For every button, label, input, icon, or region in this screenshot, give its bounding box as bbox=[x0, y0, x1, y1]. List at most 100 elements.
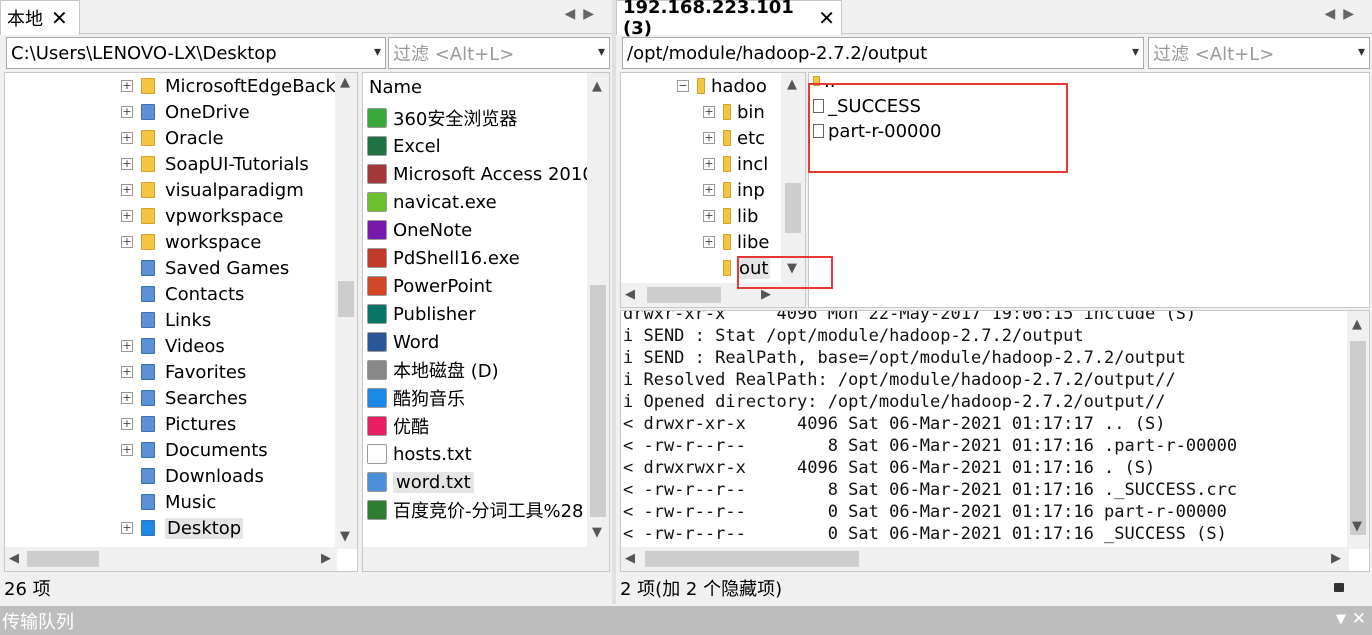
expand-icon[interactable]: + bbox=[121, 522, 133, 534]
expand-icon[interactable]: + bbox=[121, 80, 133, 92]
scroll-right-icon[interactable]: ▶ bbox=[1331, 551, 1341, 566]
file-list-item[interactable]: PdShell16.exe bbox=[367, 245, 520, 271]
scroll-thumb[interactable] bbox=[338, 281, 354, 317]
scroll-thumb[interactable] bbox=[647, 287, 721, 303]
expand-icon[interactable]: + bbox=[121, 132, 133, 144]
scroll-left-icon[interactable]: ◀ bbox=[625, 287, 635, 302]
scroll-up-icon[interactable]: ▲ bbox=[787, 77, 797, 92]
expand-icon[interactable]: + bbox=[121, 392, 133, 404]
remote-tree-item[interactable]: + incl bbox=[703, 151, 768, 177]
file-list-item[interactable]: hosts.txt bbox=[367, 441, 472, 467]
close-icon[interactable]: ✕ bbox=[51, 6, 68, 30]
log-hscrollbar[interactable]: ◀ ▶ bbox=[621, 547, 1349, 571]
log-vscrollbar[interactable]: ▲ ▼ bbox=[1347, 311, 1369, 549]
file-list-item[interactable]: OneNote bbox=[367, 217, 472, 243]
scroll-right-icon[interactable]: ▶ bbox=[761, 287, 771, 302]
scroll-left-icon[interactable]: ◀ bbox=[9, 551, 19, 566]
expand-icon[interactable]: + bbox=[703, 236, 715, 248]
tab-nav-arrows-icon[interactable]: ◀▶ bbox=[564, 6, 602, 22]
expand-icon[interactable]: + bbox=[703, 106, 715, 118]
file-list-item[interactable]: 百度竞价-分词工具%28 bbox=[367, 497, 584, 523]
file-list-item[interactable]: word.txt bbox=[367, 469, 474, 495]
local-tree-hscrollbar[interactable]: ◀ ▶ bbox=[5, 547, 337, 571]
local-tree-vscrollbar[interactable]: ▲ ▼ bbox=[335, 73, 357, 549]
scroll-up-icon[interactable]: ▲ bbox=[592, 79, 602, 94]
tree-item[interactable]: + Documents bbox=[121, 437, 268, 463]
close-icon[interactable]: ✕ bbox=[1352, 609, 1366, 629]
local-filter-input[interactable]: 过滤 <Alt+L> ▾ bbox=[388, 37, 610, 69]
tree-item[interactable]: + Oracle bbox=[121, 125, 224, 151]
file-list-item[interactable]: Word bbox=[367, 329, 439, 355]
scroll-up-icon[interactable]: ▲ bbox=[340, 75, 350, 90]
scroll-left-icon[interactable]: ◀ bbox=[625, 551, 635, 566]
scroll-right-icon[interactable]: ▶ bbox=[321, 551, 331, 566]
tree-item[interactable]: + workspace bbox=[121, 229, 261, 255]
transfer-queue-bar[interactable]: 传输队列 ▼ ✕ bbox=[0, 606, 1372, 635]
tree-item[interactable]: + Favorites bbox=[121, 359, 246, 385]
remote-tree-item[interactable]: + libe bbox=[703, 229, 770, 255]
remote-tree-item[interactable]: + etc bbox=[703, 125, 765, 151]
tree-item[interactable]: Music bbox=[121, 489, 216, 515]
file-list-item[interactable]: Excel bbox=[367, 133, 441, 159]
tree-item[interactable]: + visualparadigm bbox=[121, 177, 304, 203]
scroll-thumb[interactable] bbox=[645, 551, 859, 567]
tree-item[interactable]: + Searches bbox=[121, 385, 247, 411]
file-list-item[interactable]: PowerPoint bbox=[367, 273, 492, 299]
tree-item[interactable]: Downloads bbox=[121, 463, 264, 489]
tab-nav-arrows-icon[interactable]: ◀▶ bbox=[1324, 6, 1362, 22]
file-list-item[interactable]: 优酷 bbox=[367, 413, 429, 439]
expand-icon[interactable]: + bbox=[121, 444, 133, 456]
tree-item[interactable]: Links bbox=[121, 307, 211, 333]
remote-tree-vscrollbar[interactable]: ▲ ▼ bbox=[781, 73, 805, 285]
tree-item[interactable]: + Desktop bbox=[121, 515, 244, 541]
tab-remote[interactable]: 192.168.223.101 (3) ✕ bbox=[616, 0, 842, 39]
file-list-item[interactable]: 本地磁盘 (D) bbox=[367, 357, 499, 383]
expand-icon[interactable]: + bbox=[121, 106, 133, 118]
scroll-thumb[interactable] bbox=[590, 285, 606, 517]
expand-icon[interactable]: + bbox=[703, 184, 715, 196]
scroll-thumb[interactable] bbox=[785, 183, 801, 233]
file-list-item[interactable]: Microsoft Access 2010 bbox=[367, 161, 594, 187]
local-list-vscrollbar[interactable]: ▲ ▼ bbox=[587, 73, 609, 549]
expand-icon[interactable]: + bbox=[703, 132, 715, 144]
expand-icon[interactable]: + bbox=[703, 210, 715, 222]
scroll-thumb[interactable] bbox=[27, 551, 99, 567]
tree-item[interactable]: + vpworkspace bbox=[121, 203, 283, 229]
remote-tree-item[interactable]: − hadoo bbox=[677, 73, 767, 99]
scroll-down-icon[interactable]: ▼ bbox=[592, 525, 602, 540]
expand-icon[interactable]: + bbox=[121, 366, 133, 378]
tree-item[interactable]: + Videos bbox=[121, 333, 225, 359]
column-header-name[interactable]: Name bbox=[369, 77, 422, 98]
tree-item[interactable]: + SoapUI-Tutorials bbox=[121, 151, 309, 177]
expand-icon[interactable]: + bbox=[121, 418, 133, 430]
expand-icon[interactable]: + bbox=[121, 340, 133, 352]
file-list-item[interactable]: 360安全浏览器 bbox=[367, 105, 517, 131]
tab-local[interactable]: 本地 ✕ bbox=[0, 0, 80, 35]
remote-tree-item[interactable]: + inp bbox=[703, 177, 765, 203]
tree-item[interactable]: + MicrosoftEdgeBack bbox=[121, 73, 336, 99]
chevron-down-icon[interactable]: ▾ bbox=[598, 44, 605, 60]
chevron-down-icon[interactable]: ▾ bbox=[1132, 44, 1139, 60]
scroll-thumb[interactable] bbox=[1350, 341, 1366, 535]
remote-tree-item[interactable]: + lib bbox=[703, 203, 758, 229]
expand-icon[interactable]: + bbox=[121, 184, 133, 196]
expand-icon[interactable]: + bbox=[121, 210, 133, 222]
file-list-item[interactable]: 酷狗音乐 bbox=[367, 385, 465, 411]
scroll-down-icon[interactable]: ▼ bbox=[1352, 519, 1362, 534]
remote-filter-input[interactable]: 过滤 <Alt+L> ▾ bbox=[1148, 37, 1370, 69]
file-list-item[interactable]: navicat.exe bbox=[367, 189, 497, 215]
remote-path-input[interactable]: /opt/module/hadoop-2.7.2/output ▾ bbox=[622, 37, 1144, 69]
local-list-hscrollbar[interactable] bbox=[363, 547, 609, 571]
chevron-down-icon[interactable]: ▾ bbox=[1358, 44, 1365, 60]
tree-item[interactable]: Contacts bbox=[121, 281, 244, 307]
chevron-down-icon[interactable]: ▾ bbox=[374, 44, 381, 60]
local-path-input[interactable]: C:\Users\LENOVO-LX\Desktop ▾ bbox=[6, 37, 386, 69]
remote-tree-item[interactable]: + bin bbox=[703, 99, 765, 125]
tree-item[interactable]: + OneDrive bbox=[121, 99, 250, 125]
scroll-down-icon[interactable]: ▼ bbox=[340, 529, 350, 544]
close-icon[interactable]: ✕ bbox=[818, 6, 835, 30]
chevron-down-icon[interactable]: ▼ bbox=[1336, 612, 1346, 627]
tree-item[interactable]: + Pictures bbox=[121, 411, 236, 437]
tree-item[interactable]: Saved Games bbox=[121, 255, 289, 281]
expand-icon[interactable]: + bbox=[703, 158, 715, 170]
